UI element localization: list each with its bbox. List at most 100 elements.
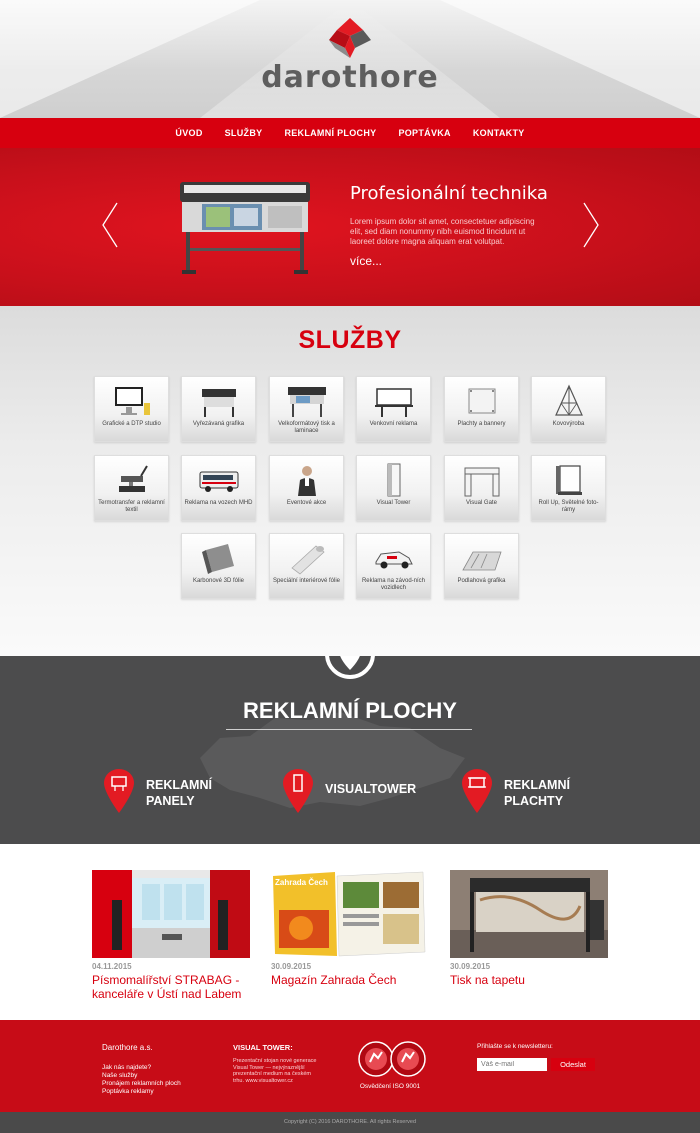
newsletter-submit-button[interactable]: Odeslat [551, 1058, 595, 1071]
service-label: Venkovní reklama [369, 421, 418, 427]
news-date: 30.09.2015 [271, 962, 312, 971]
service-label: Grafické a DTP studio [102, 421, 161, 427]
service-tile[interactable]: Kovovýroba [531, 376, 606, 442]
magazine-cover-title: Zahrada Čech [275, 878, 328, 887]
tower-icon [387, 463, 401, 497]
ad-banners-label: REKLAMNÍ PLACHTY [504, 778, 570, 808]
location-pin-badge [325, 656, 375, 679]
news-section: 04.11.2015 Písmomalířství STRABAG - kanc… [0, 844, 700, 1020]
chevron-left-icon[interactable] [101, 201, 119, 249]
nav-item-poptavka[interactable]: POPTÁVKA [398, 128, 450, 138]
service-label: Podlahová grafika [457, 578, 506, 584]
footer-link-inquiry[interactable]: Poptávka reklamy [102, 1088, 181, 1096]
header-facet [440, 0, 700, 118]
service-label: Speciální interiérové fólie [272, 578, 341, 584]
service-label: Kovovýroba [552, 421, 585, 427]
service-tile[interactable]: Reklama na vozech MHD [181, 455, 256, 521]
service-label: Reklama na závod-ních vozidlech [361, 578, 426, 591]
printer-image [180, 182, 310, 274]
service-tile[interactable]: Speciální interiérové fólie [269, 533, 344, 599]
newsletter-email-input[interactable] [477, 1058, 547, 1071]
service-tile[interactable]: Eventové akce [269, 455, 344, 521]
service-tile[interactable]: Velkoformátový tisk a laminace [269, 376, 344, 442]
service-label: Reklama na vozech MHD [184, 500, 253, 506]
footer-company: Darothore a.s. [102, 1043, 153, 1052]
visualtower-label: VISUALTOWER [325, 782, 417, 796]
service-label: Velkoformátový tisk a laminace [278, 421, 335, 434]
service-label: Termotransfer a reklamní textil [98, 500, 165, 513]
slide-title: Profesionální technika [350, 183, 548, 204]
logo-icon[interactable] [325, 18, 375, 58]
service-tile[interactable]: Roll Up, Světelné foto-rámy [531, 455, 606, 521]
certificate-badges-icon [358, 1041, 426, 1077]
service-tile[interactable]: Visual Gate [444, 455, 519, 521]
tower-pin-icon [283, 769, 313, 813]
nav-item-reklamni-plochy[interactable]: REKLAMNÍ PLOCHY [284, 128, 376, 138]
news-item[interactable]: 30.09.2015 Tisk na tapetu [450, 870, 608, 987]
location-pin-icon [340, 656, 360, 670]
foil-roll-icon [291, 545, 325, 575]
billboard-icon [375, 388, 413, 417]
news-title[interactable]: Magazín Zahrada Čech [271, 973, 429, 987]
service-label: Visual Tower [376, 500, 411, 506]
footer-link-rental[interactable]: Pronájem reklamních ploch [102, 1080, 181, 1088]
panel-pin-icon [104, 769, 134, 813]
banner-icon [468, 388, 496, 414]
visual-tower-title: VISUAL TOWER: [233, 1043, 293, 1052]
monitor-icon [115, 387, 150, 415]
service-tile[interactable]: Grafické a DTP studio [94, 376, 169, 442]
race-car-icon [375, 551, 413, 569]
wallpaper-print-photo [450, 870, 608, 958]
newsletter-form: Přihlašte se k newsletteru: Odeslat [477, 1043, 595, 1071]
visual-tower-text: Prezentační stojan nové generace Visual … [233, 1058, 317, 1084]
service-label: Visual Gate [466, 500, 497, 506]
service-tile[interactable]: Venkovní reklama [356, 376, 431, 442]
news-item[interactable]: Zahrada Čech 30.09.2015 Magazín Zahrada … [271, 870, 429, 987]
hero-slider: Profesionální technika Lorem ipsum dolor… [0, 148, 700, 306]
service-label: Roll Up, Světelné foto-rámy [538, 500, 599, 513]
service-label: Vyřezávaná grafika [192, 421, 245, 427]
bus-icon [199, 471, 239, 492]
service-tile[interactable]: Vyřezávaná grafika [181, 376, 256, 442]
logo-text[interactable]: darothore [0, 60, 700, 95]
service-tile[interactable]: Podlahová grafika [444, 533, 519, 599]
nav-item-kontakty[interactable]: KONTAKTY [473, 128, 525, 138]
news-image[interactable] [92, 870, 250, 958]
service-tile[interactable]: Plachty a bannery [444, 376, 519, 442]
chevron-right-icon[interactable] [582, 201, 600, 249]
footer-visual-tower: VISUAL TOWER: Prezentační stojan nové ge… [233, 1043, 323, 1084]
carbon-foil-icon [202, 544, 234, 574]
service-tile[interactable]: Visual Tower [356, 455, 431, 521]
service-label: Eventové akce [286, 500, 327, 506]
slide-text: Lorem ipsum dolor sit amet, consectetuer… [350, 217, 535, 246]
nav-item-uvod[interactable]: ÚVOD [175, 128, 202, 138]
footer-link-contact[interactable]: Jak nás najdete? [102, 1064, 181, 1072]
ad-panels-label: REKLAMNÍ PANELY [146, 778, 212, 808]
service-tile[interactable]: Termotransfer a reklamní textil [94, 455, 169, 521]
footer-link-services[interactable]: Naše služby [102, 1072, 181, 1080]
person-icon [298, 466, 316, 496]
service-tile[interactable]: Karbonové 3D fólie [181, 533, 256, 599]
main-nav: ÚVOD SLUŽBY REKLAMNÍ PLOCHY POPTÁVKA KON… [0, 118, 700, 148]
news-title[interactable]: Písmomalířství STRABAG - kanceláře v Úst… [92, 973, 250, 1001]
services-title: SLUŽBY [298, 326, 402, 354]
service-tile[interactable]: Reklama na závod-ních vozidlech [356, 533, 431, 599]
cutter-icon [202, 389, 236, 417]
slide-more-link[interactable]: více... [350, 254, 382, 268]
news-image[interactable] [450, 870, 608, 958]
office-photo [92, 870, 250, 958]
heat-press-icon [119, 465, 148, 492]
rollup-icon [556, 465, 582, 495]
ad-spaces-title: REKLAMNÍ PLOCHY [243, 698, 457, 723]
gate-icon [464, 467, 500, 497]
service-label: Plachty a bannery [457, 421, 506, 427]
footer: Darothore a.s. Jak nás najdete? Naše slu… [0, 1020, 700, 1112]
nav-item-sluzby[interactable]: SLUŽBY [225, 128, 263, 138]
copyright: Copyright (C) 2016 DAROTHORE. All rights… [0, 1112, 700, 1133]
newsletter-label: Přihlašte se k newsletteru: [477, 1043, 553, 1050]
news-title[interactable]: Tisk na tapetu [450, 973, 608, 987]
news-item[interactable]: 04.11.2015 Písmomalířství STRABAG - kanc… [92, 870, 250, 1001]
iso-certificate-text: Osvědčení ISO 9001 [359, 1083, 421, 1090]
title-underline [226, 729, 472, 730]
news-image[interactable]: Zahrada Čech [271, 870, 429, 958]
